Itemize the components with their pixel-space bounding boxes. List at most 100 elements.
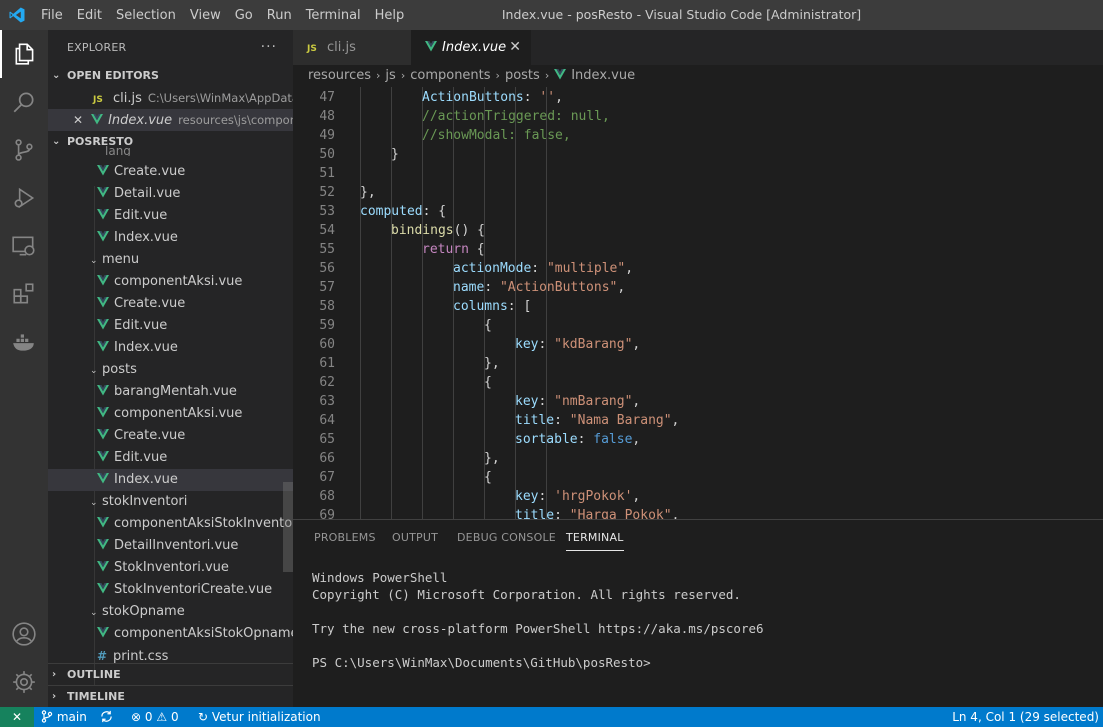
- code-line: 57 name: "ActionButtons",: [293, 278, 1103, 297]
- breadcrumb-item[interactable]: js: [385, 68, 395, 83]
- line-number: 51: [319, 166, 335, 181]
- timeline-section[interactable]: › TIMELINE: [48, 685, 293, 707]
- extensions-icon[interactable]: [0, 270, 48, 318]
- tab-terminal[interactable]: TERMINAL: [566, 520, 624, 555]
- branch-indicator[interactable]: main: [41, 707, 87, 727]
- chevron-right-icon: ›: [52, 691, 57, 702]
- close-icon[interactable]: ✕: [509, 30, 521, 65]
- tab-debug-console[interactable]: DEBUG CONSOLE: [457, 520, 556, 555]
- tab-cli-js[interactable]: JS cli.js: [293, 30, 411, 65]
- account-icon[interactable]: [0, 610, 48, 658]
- tree-file[interactable]: componentAksiStokOpname....: [48, 623, 293, 645]
- source-control-icon[interactable]: [0, 126, 48, 174]
- tree-file[interactable]: barangMentah.vue: [48, 381, 293, 403]
- menu-go[interactable]: Go: [228, 8, 260, 23]
- status-bar: ✕ main ⊗ 0 ⚠ 0 ↻ Vetur initialization Ln…: [0, 707, 1103, 727]
- menu-help[interactable]: Help: [368, 8, 412, 23]
- tab-index-vue[interactable]: Index.vue ✕: [411, 30, 531, 65]
- remote-indicator[interactable]: ✕: [0, 707, 34, 727]
- tree-file[interactable]: Create.vue: [48, 425, 293, 447]
- tree-file[interactable]: componentAksi.vue: [48, 271, 293, 293]
- menu-file[interactable]: File: [34, 8, 70, 23]
- tree-file[interactable]: StokInventoriCreate.vue: [48, 579, 293, 601]
- tree-file[interactable]: Create.vue: [48, 293, 293, 315]
- code-text: columns: [: [453, 297, 531, 316]
- sync-icon[interactable]: [100, 707, 113, 727]
- menu-selection[interactable]: Selection: [109, 8, 183, 23]
- code-token: name: [453, 280, 485, 295]
- search-icon[interactable]: [0, 78, 48, 126]
- vue-file-icon: [425, 41, 437, 52]
- tree-file[interactable]: Edit.vue: [48, 315, 293, 337]
- breadcrumb-item[interactable]: posts: [505, 68, 540, 83]
- code-token: ,: [555, 90, 563, 105]
- code-token: "multiple": [546, 261, 626, 276]
- line-number: 56: [319, 261, 335, 276]
- run-debug-icon[interactable]: [0, 174, 48, 222]
- code-token: ,: [632, 337, 641, 352]
- remote-explorer-icon[interactable]: [0, 222, 48, 270]
- code-token: actionMode: [453, 261, 532, 276]
- vue-file-icon: [554, 69, 567, 80]
- code-token: key: [515, 337, 539, 352]
- code-token: "ActionButtons": [499, 280, 618, 295]
- open-editor-item-active[interactable]: ✕ Index.vue resources\js\compone...: [48, 109, 293, 131]
- cursor-position[interactable]: Ln 4, Col 1 (29 selected): [952, 707, 1099, 727]
- tree-file[interactable]: Edit.vue: [48, 447, 293, 469]
- terminal-line: Try the new cross-platform PowerShell ht…: [312, 621, 764, 636]
- tab-output[interactable]: OUTPUT: [392, 520, 438, 555]
- explorer-icon[interactable]: [0, 30, 48, 78]
- tree-file[interactable]: Index.vue: [48, 227, 293, 249]
- menu-terminal[interactable]: Terminal: [299, 8, 368, 23]
- code-token: :: [538, 489, 555, 504]
- settings-gear-icon[interactable]: [0, 658, 48, 706]
- tree-file[interactable]: Create.vue: [48, 161, 293, 183]
- sidebar-scrollbar[interactable]: [283, 482, 293, 572]
- tree-file[interactable]: Edit.vue: [48, 205, 293, 227]
- vue-file-icon: [97, 429, 109, 440]
- tree-folder[interactable]: ⌄ stokOpname: [48, 601, 293, 623]
- partial-folder-label: lang: [48, 146, 293, 156]
- breadcrumb-item[interactable]: Index.vue: [571, 68, 635, 83]
- breadcrumb-item[interactable]: components: [410, 68, 490, 83]
- open-editor-item[interactable]: JS cli.js C:\Users\WinMax\AppData...: [48, 87, 293, 109]
- menu-view[interactable]: View: [183, 8, 228, 23]
- menu-edit[interactable]: Edit: [70, 8, 109, 23]
- tree-folder[interactable]: ⌄ menu: [48, 249, 293, 271]
- close-icon[interactable]: ✕: [73, 113, 83, 127]
- docker-icon[interactable]: [0, 318, 48, 366]
- code-token: columns: [453, 299, 508, 314]
- tree-file[interactable]: StokInventori.vue: [48, 557, 293, 579]
- code-line: 58 columns: [: [293, 297, 1103, 316]
- menu-run[interactable]: Run: [260, 8, 299, 23]
- tree-file[interactable]: Index.vue: [48, 337, 293, 359]
- vetur-status[interactable]: ↻ Vetur initialization: [198, 707, 321, 727]
- code-line: 59 {: [293, 316, 1103, 335]
- code-line: 52},: [293, 183, 1103, 202]
- tree-file[interactable]: Index.vue: [48, 469, 293, 491]
- tab-problems[interactable]: PROBLEMS: [314, 520, 376, 555]
- code-token: },: [484, 356, 500, 371]
- code-token: {: [484, 318, 492, 333]
- code-text: //showModal: false,: [422, 126, 571, 145]
- breadcrumb-item[interactable]: resources: [308, 68, 371, 83]
- code-line: 51: [293, 164, 1103, 183]
- code-token: //actionTriggered: null,: [422, 109, 610, 124]
- menu-bar: File Edit Selection View Go Run Terminal Help: [34, 0, 411, 30]
- tree-folder[interactable]: ⌄ stokInventori: [48, 491, 293, 513]
- code-token: {: [484, 470, 492, 485]
- code-editor[interactable]: 47 ActionButtons: '', 48 //actionTriggered:…: [293, 87, 1103, 519]
- code-token: {: [484, 375, 492, 390]
- tree-folder[interactable]: ⌄ posts: [48, 359, 293, 381]
- line-number: 60: [319, 337, 335, 352]
- tree-file[interactable]: componentAksiStokInventori....: [48, 513, 293, 535]
- code-token: "nmBarang": [554, 394, 633, 409]
- open-editors-section[interactable]: ⌄ OPEN EDITORS: [48, 65, 293, 87]
- outline-section[interactable]: › OUTLINE: [48, 663, 293, 685]
- more-actions-icon[interactable]: ···: [261, 30, 277, 65]
- tree-file[interactable]: DetailInventori.vue: [48, 535, 293, 557]
- code-text: {: [484, 316, 492, 335]
- tree-file[interactable]: Detail.vue: [48, 183, 293, 205]
- problems-indicator[interactable]: ⊗ 0 ⚠ 0: [131, 707, 179, 727]
- tree-file[interactable]: componentAksi.vue: [48, 403, 293, 425]
